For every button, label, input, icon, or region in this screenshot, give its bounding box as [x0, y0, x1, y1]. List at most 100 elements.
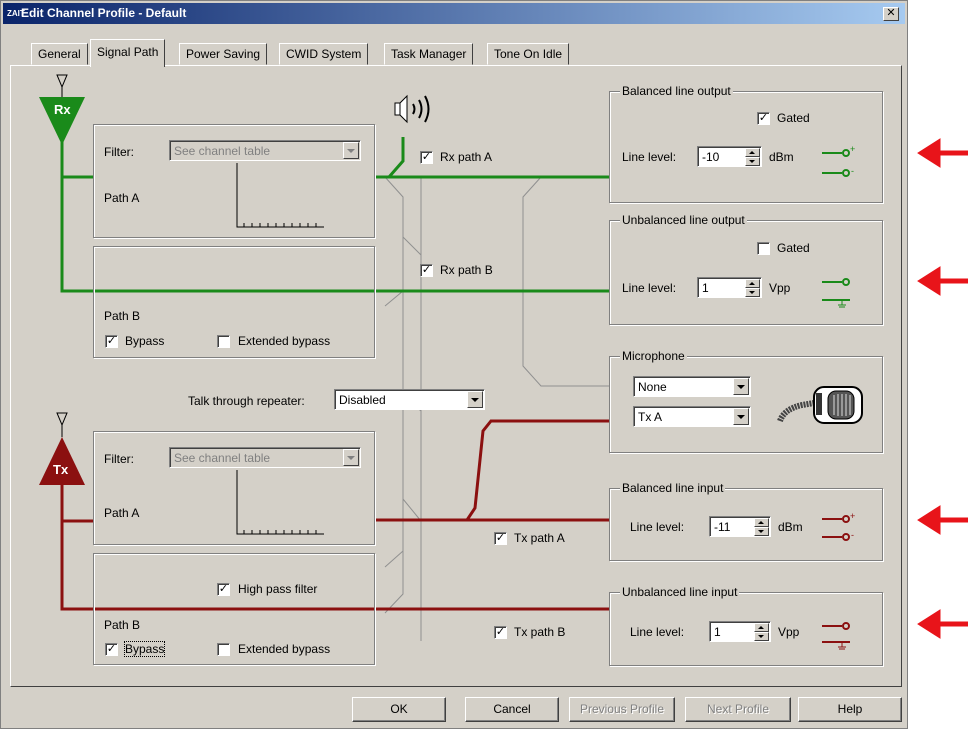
rx-path-a-label: Path A	[104, 191, 140, 205]
microphone-icon	[777, 386, 863, 424]
chevron-down-icon[interactable]	[467, 391, 483, 408]
tab-signal-path[interactable]: Signal Path	[90, 39, 166, 67]
help-button[interactable]: Help	[798, 697, 902, 722]
balanced-output-level-value: -10	[702, 150, 720, 164]
microphone-source-value: None	[638, 380, 667, 394]
unbalanced-input-level-spinner[interactable]: 1	[709, 621, 771, 642]
next-profile-button[interactable]: Next Profile	[685, 697, 791, 722]
balanced-output-gated-checkbox[interactable]: ✓	[757, 112, 770, 125]
tx-bypass-checkbox[interactable]: ✓	[105, 643, 118, 656]
previous-profile-button[interactable]: Previous Profile	[569, 697, 675, 722]
microphone-path-select[interactable]: Tx A	[633, 406, 751, 427]
dialog-window: ZAIT Edit Channel Profile - Default ✕ Ge…	[0, 0, 908, 729]
balanced-input-level-value: -11	[714, 520, 731, 534]
microphone-path-value: Tx A	[638, 410, 663, 424]
rx-path-a-checkbox[interactable]: ✓	[420, 151, 433, 164]
unbalanced-line-input-group: Unbalanced line input Line level: 1 Vpp	[609, 585, 883, 666]
unbalanced-output-connector-icon	[822, 278, 850, 308]
tx-filter-value: See channel table	[174, 451, 271, 465]
rx-filter-graph-icon	[236, 163, 324, 228]
chevron-down-icon[interactable]	[733, 378, 749, 395]
tx-extended-bypass-checkbox[interactable]	[217, 643, 230, 656]
unbalanced-output-gated-label[interactable]: Gated	[777, 241, 810, 255]
rx-path-a-box: Filter: See channel table Path A	[93, 124, 375, 238]
chevron-down-icon[interactable]	[733, 408, 749, 425]
microphone-group: Microphone None Tx A	[609, 349, 883, 453]
svg-text:-: -	[851, 166, 854, 176]
rx-bypass-label[interactable]: Bypass	[125, 334, 164, 348]
tx-antenna-icon	[39, 412, 85, 485]
tx-bypass-label[interactable]: Bypass	[123, 641, 166, 657]
red-arrow-icon	[917, 505, 968, 535]
tx-filter-graph-icon	[236, 470, 324, 535]
chevron-down-icon[interactable]	[343, 142, 359, 159]
svg-text:+: +	[850, 144, 855, 154]
tx-path-b-check-label[interactable]: Tx path B	[514, 625, 565, 639]
rx-extended-bypass-checkbox[interactable]	[217, 335, 230, 348]
rx-path-a-check-label[interactable]: Rx path A	[440, 150, 492, 164]
talk-through-label: Talk through repeater:	[188, 394, 305, 408]
spin-up-icon[interactable]	[754, 623, 769, 632]
tx-path-b-label: Path B	[104, 618, 141, 632]
unbalanced-input-level-value: 1	[714, 625, 721, 639]
tx-path-a-check-label[interactable]: Tx path A	[514, 531, 565, 545]
unbalanced-input-unit: Vpp	[778, 625, 800, 639]
microphone-title: Microphone	[620, 349, 687, 363]
ok-button[interactable]: OK	[352, 697, 446, 722]
balanced-output-title: Balanced line output	[620, 84, 733, 98]
unbalanced-output-gated-checkbox[interactable]	[757, 242, 770, 255]
talk-through-value: Disabled	[339, 393, 386, 407]
balanced-output-level-label: Line level:	[622, 150, 677, 164]
spin-down-icon[interactable]	[745, 288, 760, 297]
tx-path-b-box: ✓ High pass filter Path B ✓ Bypass Exten…	[93, 553, 375, 665]
tx-filter-select[interactable]: See channel table	[169, 447, 361, 468]
balanced-input-title: Balanced line input	[620, 481, 726, 495]
rx-path-b-checkbox[interactable]: ✓	[420, 264, 433, 277]
rx-path-b-check-label[interactable]: Rx path B	[440, 263, 493, 277]
spin-up-icon[interactable]	[745, 279, 760, 288]
balanced-output-unit: dBm	[769, 150, 794, 164]
unbalanced-output-level-label: Line level:	[622, 281, 677, 295]
talk-through-select[interactable]: Disabled	[334, 389, 485, 410]
tx-path-a-checkbox[interactable]: ✓	[494, 532, 507, 545]
rx-bypass-checkbox[interactable]: ✓	[105, 335, 118, 348]
balanced-line-input-group: Balanced line input Line level: -11 dBm …	[609, 481, 883, 561]
tx-path-a-box: Filter: See channel table Path A	[93, 431, 375, 545]
spin-up-icon[interactable]	[745, 148, 760, 157]
rx-badge-label: Rx	[54, 102, 71, 117]
spin-down-icon[interactable]	[754, 527, 769, 536]
tx-extended-bypass-label[interactable]: Extended bypass	[238, 642, 330, 656]
microphone-source-select[interactable]: None	[633, 376, 751, 397]
rx-extended-bypass-label[interactable]: Extended bypass	[238, 334, 330, 348]
red-arrow-icon	[917, 609, 968, 639]
balanced-input-connector-icon: + -	[822, 511, 855, 541]
unbalanced-output-level-spinner[interactable]: 1	[697, 277, 762, 298]
balanced-input-unit: dBm	[778, 520, 803, 534]
chevron-down-icon[interactable]	[343, 449, 359, 466]
high-pass-filter-checkbox[interactable]: ✓	[217, 583, 230, 596]
tx-path-a-label: Path A	[104, 506, 140, 520]
spin-up-icon[interactable]	[754, 518, 769, 527]
balanced-output-level-spinner[interactable]: -10	[697, 146, 762, 167]
unbalanced-output-level-value: 1	[702, 281, 709, 295]
unbalanced-input-title: Unbalanced line input	[620, 585, 740, 599]
unbalanced-input-connector-icon	[822, 622, 850, 650]
tx-badge-label: Tx	[53, 462, 69, 477]
svg-text:-: -	[851, 530, 854, 540]
tx-filter-label: Filter:	[104, 452, 134, 466]
rx-filter-value: See channel table	[174, 144, 271, 158]
cancel-button[interactable]: Cancel	[465, 697, 559, 722]
balanced-output-connector-icon: + -	[822, 144, 855, 177]
rx-path-b-label: Path B	[104, 309, 141, 323]
tx-path-b-checkbox[interactable]: ✓	[494, 626, 507, 639]
unbalanced-output-unit: Vpp	[769, 281, 791, 295]
rx-filter-label: Filter:	[104, 145, 134, 159]
spin-down-icon[interactable]	[745, 157, 760, 166]
spin-down-icon[interactable]	[754, 632, 769, 641]
balanced-input-level-spinner[interactable]: -11	[709, 516, 771, 537]
rx-path-b-box: Path B ✓ Bypass Extended bypass	[93, 246, 375, 358]
balanced-output-gated-label[interactable]: Gated	[777, 111, 810, 125]
balanced-input-level-label: Line level:	[630, 520, 685, 534]
high-pass-filter-label[interactable]: High pass filter	[238, 582, 317, 596]
rx-filter-select[interactable]: See channel table	[169, 140, 361, 161]
